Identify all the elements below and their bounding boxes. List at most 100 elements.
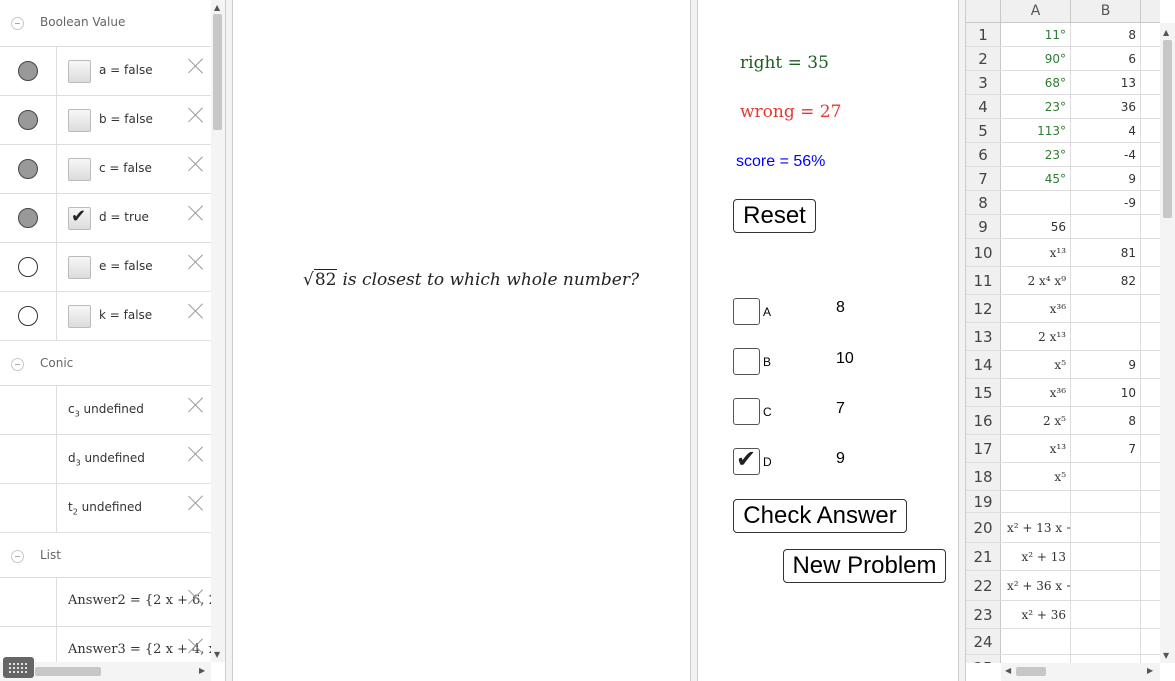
row-header[interactable]: 14 [966, 351, 1001, 378]
algebra-row-c3[interactable]: c3 undefined [0, 386, 211, 435]
visibility-dot-icon[interactable] [18, 257, 38, 277]
cell-a[interactable]: 56 [1001, 215, 1071, 238]
graphics-view-1[interactable]: √82 is closest to which whole number? [233, 0, 690, 681]
cell-b[interactable]: 9 [1071, 167, 1141, 190]
row-header[interactable]: 20 [966, 513, 1001, 542]
row-header[interactable]: 8 [966, 191, 1001, 214]
row-header[interactable]: 17 [966, 435, 1001, 462]
group-header-list[interactable]: List [0, 533, 211, 578]
row-header[interactable]: 21 [966, 543, 1001, 570]
cell-b[interactable]: 81 [1071, 239, 1141, 266]
cell-a[interactable] [1001, 629, 1071, 654]
algebra-row-t2[interactable]: t2 undefined [0, 484, 211, 533]
collapse-icon[interactable] [11, 358, 24, 371]
visibility-dot-icon[interactable] [18, 306, 38, 326]
cell-b[interactable]: 9 [1071, 351, 1141, 378]
choice-checkbox-d[interactable] [733, 445, 760, 475]
cell-b[interactable]: 36 [1071, 95, 1141, 118]
cell-a[interactable]: 23° [1001, 143, 1071, 166]
cell-a[interactable]: x⁵ [1001, 351, 1071, 378]
row-header[interactable]: 19 [966, 491, 1001, 512]
cell-a[interactable]: 113° [1001, 119, 1071, 142]
row-header[interactable]: 9 [966, 215, 1001, 238]
cell-a[interactable]: x³⁶ [1001, 295, 1071, 322]
cell-b[interactable]: -9 [1071, 191, 1141, 214]
choice-checkbox-c[interactable] [733, 398, 760, 425]
cell-a[interactable]: 68° [1001, 71, 1071, 94]
cell-b[interactable] [1071, 295, 1141, 322]
view-divider[interactable] [690, 0, 698, 681]
cell-b[interactable]: 82 [1071, 267, 1141, 294]
algebra-row-b[interactable]: b = false [0, 96, 211, 145]
cell-a[interactable]: 2 x¹³ [1001, 323, 1071, 350]
cell-a[interactable]: 90° [1001, 47, 1071, 70]
row-header[interactable]: 2 [966, 47, 1001, 70]
cell-b[interactable]: 7 [1071, 435, 1141, 462]
cell-a[interactable]: x¹³ [1001, 435, 1071, 462]
cell-b[interactable] [1071, 543, 1141, 570]
cell-a[interactable] [1001, 491, 1071, 512]
cell-b[interactable] [1071, 629, 1141, 654]
collapse-icon[interactable] [11, 550, 24, 563]
row-header[interactable]: 1 [966, 23, 1001, 46]
row-header[interactable]: 18 [966, 463, 1001, 490]
visibility-dot-icon[interactable] [18, 159, 38, 179]
cell-b[interactable]: 8 [1071, 23, 1141, 46]
cell-a[interactable]: 2 x⁴ x⁹ [1001, 267, 1071, 294]
keyboard-button[interactable] [3, 657, 34, 678]
cell-b[interactable] [1071, 491, 1141, 512]
cell-a[interactable]: 45° [1001, 167, 1071, 190]
cell-b[interactable] [1071, 655, 1141, 663]
cell-b[interactable] [1071, 463, 1141, 490]
cell-b[interactable] [1071, 323, 1141, 350]
select-all-corner[interactable] [966, 0, 1001, 23]
scroll-down-icon[interactable]: ▼ [1163, 651, 1169, 660]
row-header[interactable]: 3 [966, 71, 1001, 94]
boolean-checkbox-e[interactable] [68, 256, 91, 279]
row-header[interactable]: 22 [966, 571, 1001, 600]
new-problem-button[interactable]: New Problem [783, 549, 946, 583]
boolean-checkbox-k[interactable] [68, 305, 91, 328]
cell-b[interactable]: 8 [1071, 407, 1141, 434]
cell-a[interactable]: x⁵ [1001, 463, 1071, 490]
delete-icon[interactable] [187, 253, 205, 271]
row-header[interactable]: 5 [966, 119, 1001, 142]
graphics-view-2[interactable]: right = 35 wrong = 27 score = 56% Reset … [698, 0, 958, 681]
algebra-row-c[interactable]: c = false [0, 145, 211, 194]
delete-icon[interactable] [187, 445, 205, 463]
algebra-row-a[interactable]: a = false [0, 47, 211, 96]
reset-button[interactable]: Reset [733, 199, 816, 233]
cell-a[interactable]: x² + 36 [1001, 601, 1071, 628]
row-header[interactable]: 24 [966, 629, 1001, 654]
cell-b[interactable]: 4 [1071, 119, 1141, 142]
delete-icon[interactable] [187, 57, 205, 75]
collapse-icon[interactable] [11, 17, 24, 30]
algebra-vertical-scrollbar[interactable]: ▲ ▼ [211, 0, 225, 662]
cell-a[interactable]: 11° [1001, 23, 1071, 46]
delete-icon[interactable] [187, 637, 205, 655]
group-header-boolean[interactable]: Boolean Value [0, 0, 211, 47]
cell-b[interactable] [1071, 601, 1141, 628]
scroll-right-icon[interactable]: ▶ [199, 666, 205, 675]
cell-a[interactable]: 2 x⁵ [1001, 407, 1071, 434]
cell-b[interactable] [1071, 215, 1141, 238]
visibility-dot-icon[interactable] [18, 208, 38, 228]
cell-b[interactable]: 13 [1071, 71, 1141, 94]
scroll-up-icon[interactable]: ▲ [214, 3, 220, 12]
algebra-row-d3[interactable]: d3 undefined [0, 435, 211, 484]
algebra-row-answer2[interactable]: Answer2 = {2 x + 6, 2x [0, 578, 211, 627]
cell-b[interactable]: 10 [1071, 379, 1141, 406]
boolean-checkbox-c[interactable] [68, 158, 91, 181]
cell-a[interactable] [1001, 191, 1071, 214]
group-header-conic[interactable]: Conic [0, 341, 211, 386]
column-header-b[interactable]: B [1071, 0, 1141, 23]
cell-a[interactable]: x¹³ [1001, 239, 1071, 266]
scroll-thumb[interactable] [213, 14, 222, 130]
scroll-thumb[interactable] [1016, 667, 1046, 676]
row-header[interactable]: 6 [966, 143, 1001, 166]
scroll-right-icon[interactable]: ▶ [1147, 666, 1153, 675]
cell-b[interactable] [1071, 571, 1141, 600]
choice-checkbox-b[interactable] [733, 348, 760, 375]
scroll-thumb[interactable] [1163, 40, 1172, 218]
delete-icon[interactable] [187, 494, 205, 512]
